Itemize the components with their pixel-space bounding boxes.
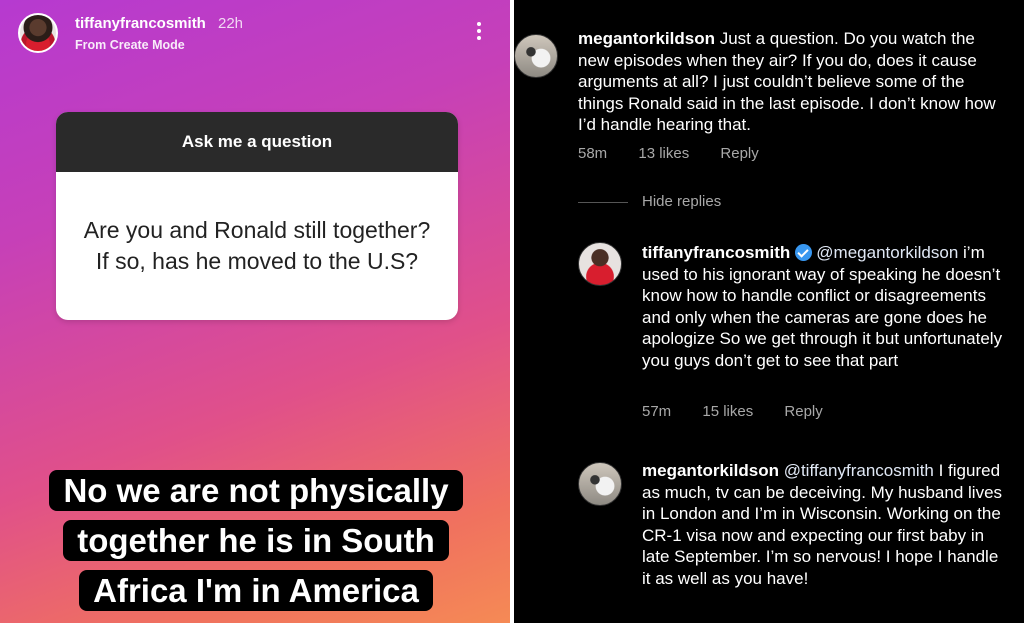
- question-sticker: Ask me a question Are you and Ronald sti…: [56, 112, 458, 320]
- avatar[interactable]: [514, 34, 558, 78]
- reply-meta: 57m 15 likes Reply: [642, 403, 850, 420]
- story-answer-text: No we are not physically together he is …: [49, 470, 463, 611]
- comment-body: megantorkildson Just a question. Do you …: [578, 28, 1008, 136]
- reply-username[interactable]: megantorkildson: [642, 461, 779, 480]
- mention-link[interactable]: @tiffanyfrancosmith: [784, 461, 934, 480]
- story-username[interactable]: tiffanyfrancosmith: [75, 15, 206, 32]
- reply-text: i’m used to his ignorant way of speaking…: [642, 243, 1003, 370]
- mention-link[interactable]: @megantorkildson: [816, 243, 958, 262]
- verified-badge-icon: [795, 244, 813, 261]
- comments-panel: megantorkildson Just a question. Do you …: [514, 0, 1024, 623]
- reply-username[interactable]: tiffanyfrancosmith: [642, 243, 790, 262]
- comment-meta: 58m 13 likes Reply: [578, 145, 786, 162]
- comment-time: 58m: [578, 145, 608, 162]
- more-vertical-icon[interactable]: [472, 22, 486, 46]
- reply-likes[interactable]: 15 likes: [702, 403, 753, 420]
- story-time: 22h: [218, 15, 244, 32]
- question-sticker-text: Are you and Ronald still together? If so…: [83, 217, 431, 274]
- question-sticker-header: Ask me a question: [56, 112, 458, 172]
- reply-button[interactable]: Reply: [720, 145, 758, 162]
- reply-time: 57m: [642, 403, 672, 420]
- story-avatar[interactable]: [18, 13, 58, 53]
- story-answer-caption: No we are not physically together he is …: [20, 466, 492, 616]
- comment-likes[interactable]: 13 likes: [638, 145, 689, 162]
- avatar[interactable]: [578, 462, 622, 506]
- reply-body: megantorkildson @tiffanyfrancosmith I fi…: [642, 460, 1008, 590]
- story-subtitle: From Create Mode: [75, 38, 185, 52]
- reply-button[interactable]: Reply: [784, 403, 822, 420]
- hide-replies-button[interactable]: Hide replies: [642, 193, 721, 210]
- divider-line: [578, 202, 628, 203]
- avatar[interactable]: [578, 242, 622, 286]
- comment-username[interactable]: megantorkildson: [578, 29, 715, 48]
- reply-body: tiffanyfrancosmith @megantorkildson i’m u…: [642, 242, 1004, 372]
- story-panel: tiffanyfrancosmith 22h From Create Mode …: [0, 0, 510, 623]
- reply-text: I figured as much, tv can be deceiving. …: [642, 461, 1003, 588]
